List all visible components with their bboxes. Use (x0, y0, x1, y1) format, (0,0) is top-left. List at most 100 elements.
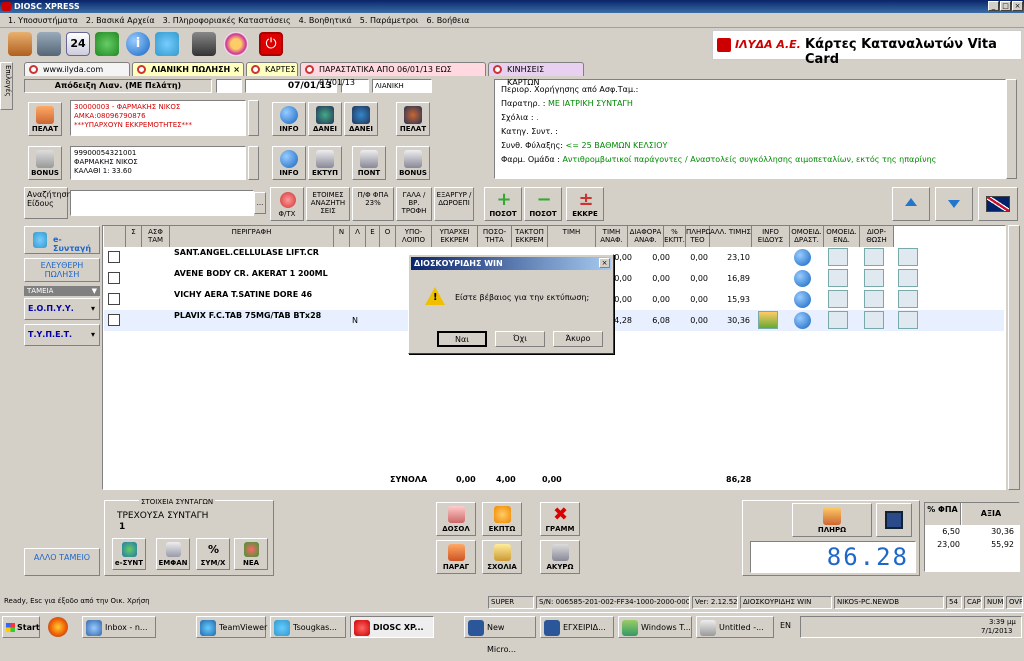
pay-button[interactable]: ΠΛΗΡΩ (792, 503, 872, 537)
column-header[interactable]: ΤΙΜΗ ΑΝΑΦ. (596, 226, 628, 248)
dialog-yes-button[interactable]: Ναι (437, 331, 487, 347)
tab-4[interactable]: ΠΑΡΑΣΤΑΤΙΚΑ ΑΠΟ 06/01/13 ΕΩΣ 07/01/13 (300, 62, 486, 87)
bonus-action-button-2[interactable]: ΕΚΤΥΠ (308, 146, 342, 180)
search-filter-button-2[interactable]: ΕΤΟΙΜΕΣ ΑΝΑΖΗΤΗ ΣΕΙΣ (306, 187, 350, 221)
similar-indication-icon[interactable] (864, 248, 884, 266)
rx-e-syntagi-button[interactable]: e-ΣΥΝΤ (112, 538, 146, 570)
taskbar-item-7[interactable]: Windows T... (618, 616, 692, 638)
action-button-6[interactable]: ΑΚΥΡΩ (540, 540, 580, 574)
menu-item-3[interactable]: 3. Πληροφοριακές Καταστάσεις (163, 13, 291, 28)
dialog-close-button[interactable]: × (599, 258, 610, 268)
customer-button[interactable]: ΠΕΛΑΤ (28, 102, 62, 136)
cd-icon[interactable] (224, 32, 248, 56)
similar-indication-icon[interactable] (864, 269, 884, 287)
tab-close-icon[interactable]: × (233, 63, 240, 76)
search-more-button[interactable]: ... (254, 192, 266, 214)
column-header[interactable]: ΠΕΡΙΓΡΑΦΗ (170, 226, 334, 248)
start-button[interactable]: Start (2, 616, 40, 638)
taskbar-item-6[interactable]: ΕΓΧΕΙΡΙΔ... (540, 616, 614, 638)
action-button-4[interactable]: ΠΑΡΑΓ (436, 540, 476, 574)
grid-scrollbar[interactable] (1008, 225, 1020, 490)
free-sale-button[interactable]: ΕΛΕΥΘΕΡΗ ΠΩΛΗΣΗ (24, 258, 100, 282)
side-options-tab[interactable]: Επιλογές (0, 62, 13, 110)
column-header[interactable]: Σ (126, 226, 142, 248)
bonus-action-button-3[interactable]: ΠΟΝΤ (352, 146, 386, 180)
e-syntagi-button[interactable]: e-Συνταγή (24, 226, 100, 254)
column-header[interactable]: Ο (380, 226, 396, 248)
bonus-scrollbar[interactable] (248, 146, 259, 180)
taskbar-item-2[interactable]: TeamViewer (196, 616, 267, 638)
column-header[interactable]: ΑΛΛ. ΤΙΜΗΣ (710, 226, 752, 248)
move-up-button[interactable] (892, 187, 930, 221)
menu-item-2[interactable]: 2. Βασικά Αρχεία (86, 13, 155, 28)
taskbar-item-8[interactable]: Untitled -... (696, 616, 774, 638)
edit-icon[interactable] (898, 311, 918, 329)
fund-typet[interactable]: Τ.Υ.Π.Ε.Τ. ▾ (24, 324, 100, 346)
action-button-1[interactable]: ΔΟΣΟΛ (436, 502, 476, 536)
similar-action-icon[interactable] (828, 290, 848, 308)
dice-icon[interactable] (95, 32, 119, 56)
close-button[interactable]: × (1012, 1, 1023, 11)
search-filter-button-3[interactable]: Π/Φ ΦΠΑ 23% (352, 187, 394, 221)
edit-icon[interactable] (898, 269, 918, 287)
rx-sum-button[interactable]: % ΣΥΜ/Χ (196, 538, 230, 570)
column-header[interactable]: ΔΙΟΡ-ΘΩΣΗ (860, 226, 894, 248)
info-scrollbar[interactable] (1006, 79, 1017, 179)
column-header[interactable]: ΟΜΟΕΙΔ. ΔΡΑΣΤ. (790, 226, 824, 248)
tab-1[interactable]: www.ilyda.com (24, 62, 130, 76)
similar-action-icon[interactable] (828, 311, 848, 329)
language-button[interactable] (978, 187, 1018, 221)
other-fund-button[interactable]: ΑΛΛΟ ΤΑΜΕΙΟ (24, 548, 100, 576)
column-header[interactable]: ΠΟΣΟ-ΤΗΤΑ (478, 226, 512, 248)
taskbar-item-1[interactable]: Inbox - n... (82, 616, 156, 638)
tab-5[interactable]: ΚΙΝΗΣΕΙΣ ΚΑΡΤΩΝ (488, 62, 584, 87)
power-icon[interactable]: ⏻ (259, 32, 283, 56)
column-header[interactable]: INFO ΕΙΔΟΥΣ (752, 226, 790, 248)
move-down-button[interactable] (935, 187, 973, 221)
edit-icon[interactable] (898, 290, 918, 308)
calendar-icon[interactable]: 24 (66, 32, 90, 56)
menu-item-4[interactable]: 4. Βοηθητικά (299, 13, 352, 28)
action-button-5[interactable]: ΣΧΟΛΙΑ (482, 540, 522, 574)
column-header[interactable]: ΟΜΟΕΙΔ. ΕΝΔ. (824, 226, 860, 248)
row-checkbox[interactable] (108, 272, 120, 284)
menu-item-5[interactable]: 5. Παράμετροι (360, 13, 419, 28)
similar-indication-icon[interactable] (864, 290, 884, 308)
search-input[interactable] (70, 190, 254, 216)
bonus-action-button-1[interactable]: INFO (272, 146, 306, 180)
tab-2[interactable]: ΛΙΑΝΙΚΗ ΠΩΛΗΣΗ × (132, 62, 244, 76)
edit-icon[interactable] (898, 248, 918, 266)
fund-eopyy[interactable]: Ε.Ο.Π.Υ.Υ. ▾ (24, 298, 100, 320)
similar-action-icon[interactable] (828, 269, 848, 287)
column-header[interactable]: ΑΣΦ ΤΑΜ (142, 226, 170, 248)
search-filter-button-5[interactable]: ΕΞΑΡΓΥΡ / ΔΩΡΟΕΠΙ (434, 187, 474, 221)
info-icon[interactable] (794, 312, 811, 329)
column-header[interactable]: Λ (350, 226, 366, 248)
customer-action-button-3[interactable]: ΔΑΝΕΙ (344, 102, 378, 136)
calculator-icon[interactable] (37, 32, 61, 56)
column-header[interactable]: % ΕΚΠΤ. (664, 226, 686, 248)
dialog-no-button[interactable]: Όχι (495, 331, 545, 347)
row-checkbox[interactable] (108, 314, 120, 326)
pending-button[interactable]: ± ΕΚΚΡΕ (566, 187, 604, 221)
bonus-action-button-4[interactable]: BONUS (396, 146, 430, 180)
taskbar-item-3[interactable]: Tsougkas... (270, 616, 346, 638)
customer-action-button-1[interactable]: INFO (272, 102, 306, 136)
column-header[interactable]: ΠΛΗΡΩ-ΤΕΟ (686, 226, 713, 248)
info-icon[interactable] (794, 291, 811, 308)
menu-item-6[interactable]: 6. Βοήθεια (427, 13, 470, 28)
firefox-icon[interactable] (48, 617, 68, 637)
column-header[interactable]: Ν (334, 226, 350, 248)
action-button-2[interactable]: ΕΚΠΤΩ (482, 502, 522, 536)
dialog-cancel-button[interactable]: Άκυρο (553, 331, 603, 347)
column-header[interactable]: ΔΙΑΦΟΡΑ ΑΝΑΦ. (628, 226, 664, 248)
doc-kind-field[interactable]: ΛΙΑΝΙΚΗ (372, 79, 432, 93)
column-header[interactable]: Ε (366, 226, 380, 248)
customer-action-button-2[interactable]: ΔΑΝΕΙ (308, 102, 342, 136)
minimize-button[interactable]: _ (988, 1, 999, 11)
menu-item-1[interactable]: 1. Υποσυστήματα (8, 13, 78, 28)
info-icon[interactable] (794, 249, 811, 266)
doc-type[interactable]: Απόδειξη Λιαν. (ΜΕ Πελάτη) (24, 79, 212, 93)
customer-scrollbar[interactable] (248, 100, 259, 136)
qty-minus-button[interactable]: − ΠΟΣΟΤ (524, 187, 562, 221)
